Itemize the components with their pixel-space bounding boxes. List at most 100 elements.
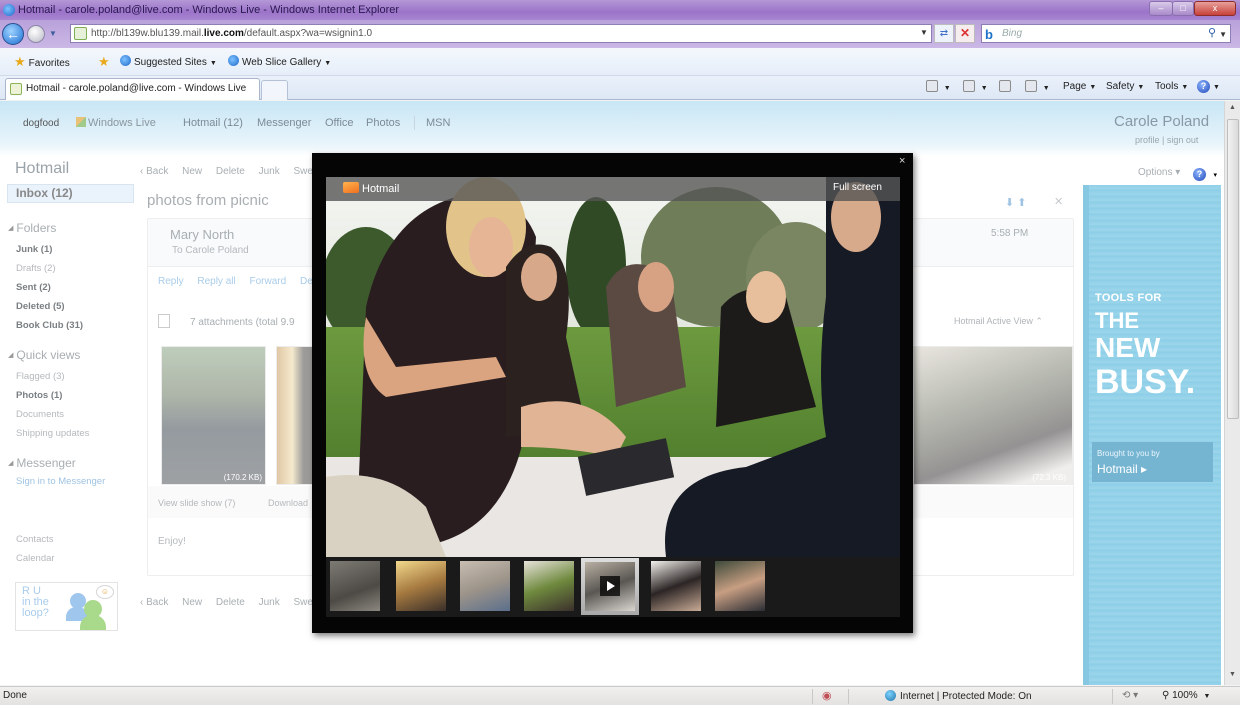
photo-display[interactable]	[326, 177, 900, 557]
sidebar-item-documents[interactable]: Documents	[16, 409, 64, 420]
sidebar-item-sent[interactable]: Sent (2)	[16, 282, 51, 293]
advertisement[interactable]: TOOLS FOR THE NEW BUSY. Brought to you b…	[1083, 185, 1221, 685]
filmstrip-thumbnail-selected[interactable]	[581, 558, 639, 615]
search-dropdown-icon[interactable]: ▼	[1219, 26, 1227, 43]
suggested-sites-button[interactable]: Suggested Sites ▼	[120, 55, 217, 71]
tab-title: Hotmail - carole.poland@live.com - Windo…	[26, 83, 247, 94]
contacts-link[interactable]: Contacts	[16, 534, 54, 545]
junk-button[interactable]: Junk	[259, 166, 280, 177]
options-menu[interactable]: Options ▾	[1138, 167, 1180, 178]
tab-hotmail[interactable]: Hotmail - carole.poland@live.com - Windo…	[5, 78, 260, 100]
print-button[interactable]: ▼	[1025, 80, 1050, 96]
search-input[interactable]: b Bing ⚲ ▼	[981, 24, 1231, 43]
viewer-top-bar: Hotmail Full screen	[326, 177, 900, 201]
add-favorite-button[interactable]: ★	[98, 55, 113, 71]
user-name[interactable]: Carole Poland	[1114, 113, 1209, 130]
attachment-thumbnail[interactable]: (72.3 KB)	[913, 346, 1073, 485]
change-status-icon[interactable]: ⟲ ▾	[1122, 690, 1138, 701]
calendar-link[interactable]: Calendar	[16, 553, 55, 564]
close-message-icon[interactable]: ✕	[1054, 195, 1063, 208]
active-view-toggle[interactable]: Hotmail Active View ⌃	[954, 316, 1043, 327]
sidebar-item-flagged[interactable]: Flagged (3)	[16, 371, 65, 382]
home-button[interactable]: ▼	[926, 80, 951, 96]
reply-link[interactable]: Reply	[158, 276, 184, 287]
quick-views-heading[interactable]: ◢ Quick views	[8, 348, 80, 362]
sidebar-item-deleted[interactable]: Deleted (5)	[16, 301, 65, 312]
nav-msn[interactable]: MSN	[426, 117, 450, 129]
sidebar-item-book-club[interactable]: Book Club (31)	[16, 320, 83, 331]
filmstrip-thumbnail[interactable]	[715, 561, 765, 611]
sidebar-item-inbox[interactable]: Inbox (12)	[7, 184, 134, 203]
attachment-thumbnail[interactable]: (170.2 KB)	[161, 346, 266, 485]
filmstrip-thumbnail[interactable]	[651, 561, 701, 611]
window-title-bar: Hotmail - carole.poland@live.com - Windo…	[0, 0, 1240, 20]
message-nav-icons[interactable]: ⬇ ⬆	[1005, 196, 1027, 209]
refresh-button[interactable]: ⇄	[934, 24, 954, 43]
scroll-up-icon[interactable]: ▲	[1229, 104, 1236, 111]
stop-button[interactable]: ✕	[955, 24, 975, 43]
back-button[interactable]: ←	[2, 23, 24, 45]
reply-all-link[interactable]: Reply all	[197, 276, 235, 287]
new-button[interactable]: New	[182, 597, 202, 608]
delete-button[interactable]: Delete	[216, 166, 245, 177]
page-help-button[interactable]: ? ▾	[1193, 164, 1217, 182]
person-3-face	[638, 262, 674, 312]
nav-office[interactable]: Office	[325, 117, 354, 129]
filmstrip-thumbnail[interactable]	[396, 561, 446, 611]
sidebar-item-drafts[interactable]: Drafts (2)	[16, 263, 56, 274]
scroll-thumb[interactable]	[1227, 119, 1239, 419]
recent-pages-dropdown-icon[interactable]: ▼	[49, 29, 57, 38]
search-icon[interactable]: ⚲	[1208, 25, 1216, 42]
filmstrip-thumbnail[interactable]	[524, 561, 574, 611]
messenger-heading[interactable]: ◢ Messenger	[8, 456, 76, 470]
sender-name[interactable]: Mary North	[170, 227, 234, 242]
ad-sponsor-box[interactable]: Brought to you by Hotmail ▸	[1092, 442, 1213, 482]
close-viewer-icon[interactable]: ×	[899, 155, 905, 167]
feeds-button[interactable]: ▼	[963, 80, 988, 96]
web-slice-gallery-button[interactable]: Web Slice Gallery ▼	[228, 55, 331, 71]
help-icon: ?	[1193, 168, 1206, 181]
minimize-button[interactable]: –	[1149, 1, 1173, 16]
close-window-button[interactable]: x	[1194, 1, 1236, 16]
new-button[interactable]: New	[182, 166, 202, 177]
popup-blocker-icon[interactable]: ◉	[822, 689, 832, 702]
forward-button[interactable]	[27, 25, 45, 43]
sidebar-item-photos[interactable]: Photos (1)	[16, 390, 62, 401]
profile-signout-links[interactable]: profile | sign out	[1135, 135, 1198, 145]
read-mail-button[interactable]	[999, 80, 1011, 95]
delete-button[interactable]: Delete	[216, 597, 245, 608]
nav-hotmail[interactable]: Hotmail (12)	[183, 117, 243, 129]
security-zone[interactable]: Internet | Protected Mode: On	[885, 690, 1032, 702]
address-bar[interactable]: http://bl139w.blu139.mail.live.com/defau…	[70, 24, 932, 43]
junk-button[interactable]: Junk	[259, 597, 280, 608]
filmstrip-thumbnail[interactable]	[330, 561, 380, 611]
sidebar-item-shipping-updates[interactable]: Shipping updates	[16, 428, 89, 439]
maximize-button[interactable]: □	[1172, 1, 1194, 16]
nav-photos[interactable]: Photos	[366, 117, 400, 129]
attachment-thumbnail[interactable]	[276, 346, 316, 485]
new-tab-button[interactable]	[261, 80, 288, 100]
nav-messenger[interactable]: Messenger	[257, 117, 311, 129]
view-slideshow-link[interactable]: View slide show (7)	[158, 498, 235, 508]
sidebar-item-junk[interactable]: Junk (1)	[16, 244, 52, 255]
download-link[interactable]: Download	[268, 498, 308, 508]
page-menu[interactable]: Page ▼	[1063, 80, 1096, 95]
help-menu[interactable]: ? ▼	[1197, 80, 1220, 95]
safety-menu[interactable]: Safety ▼	[1106, 80, 1144, 95]
filmstrip-thumbnail[interactable]	[460, 561, 510, 611]
back-link[interactable]: ‹ Back	[140, 166, 168, 177]
zoom-level[interactable]: ⚲ 100% ▼	[1162, 690, 1210, 701]
full-screen-button[interactable]: Full screen	[833, 182, 882, 193]
back-link[interactable]: ‹ Back	[140, 597, 168, 608]
messenger-ad[interactable]: R Uin the loop? ☺	[15, 582, 118, 631]
favorites-button[interactable]: ★ Favorites	[14, 55, 70, 71]
page-scrollbar[interactable]: ▲ ▼	[1224, 101, 1240, 685]
address-dropdown-icon[interactable]: ▼	[920, 28, 928, 37]
forward-link[interactable]: Forward	[250, 276, 287, 287]
play-icon[interactable]	[600, 576, 620, 596]
sign-in-messenger-link[interactable]: Sign in to Messenger	[16, 476, 105, 487]
scroll-down-icon[interactable]: ▼	[1229, 671, 1236, 678]
folders-heading[interactable]: ◢ Folders	[8, 221, 56, 235]
tools-menu[interactable]: Tools ▼	[1155, 80, 1188, 95]
windows-live-logo[interactable]: Windows Live	[76, 117, 156, 129]
